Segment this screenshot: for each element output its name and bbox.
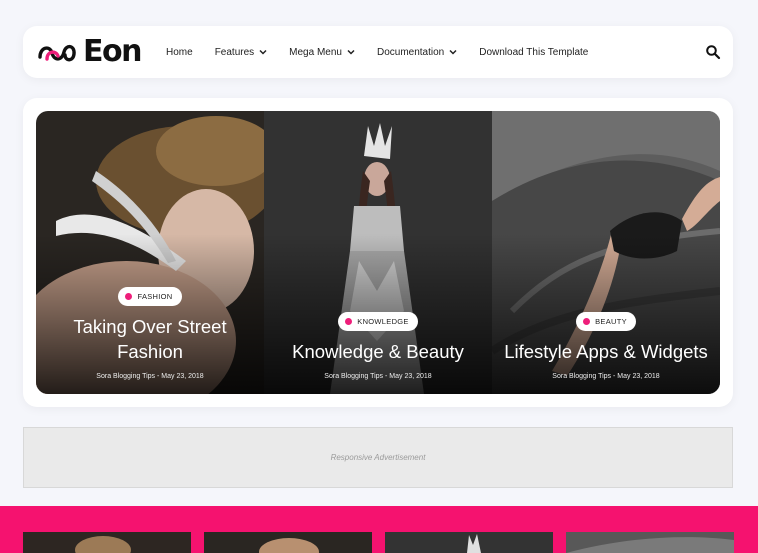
featured-slider: FASHION Taking Over Street Fashion Sora …	[36, 111, 720, 394]
featured-slider-card: FASHION Taking Over Street Fashion Sora …	[23, 98, 733, 407]
slide-title[interactable]: Lifestyle Apps & Widgets	[492, 339, 720, 364]
nav-item-documentation[interactable]: Documentation	[377, 47, 457, 58]
nav-item-label: Mega Menu	[289, 46, 342, 58]
nav-item-home[interactable]: Home	[166, 47, 193, 58]
post-thumbnail[interactable]	[204, 532, 372, 553]
featured-slide-knowledge[interactable]: KNOWLEDGE Knowledge & Beauty Sora Bloggi…	[264, 111, 492, 394]
site-logo[interactable]: Eon	[37, 34, 142, 69]
badge-dot-icon	[345, 318, 353, 325]
nav-item-label: Features	[214, 46, 255, 58]
badge-dot-icon	[583, 318, 591, 325]
nav-item-label: Documentation	[376, 46, 445, 58]
slide-meta: Sora Blogging Tips - May 23, 2018	[324, 373, 432, 380]
nav-item-mega-menu[interactable]: Mega Menu	[289, 47, 355, 58]
thumbnail-image	[23, 532, 191, 553]
slide-meta: Sora Blogging Tips - May 23, 2018	[96, 373, 204, 380]
featured-slide-fashion[interactable]: FASHION Taking Over Street Fashion Sora …	[36, 111, 264, 394]
nav-item-features[interactable]: Features	[215, 47, 267, 58]
slide-title[interactable]: Knowledge & Beauty	[264, 339, 492, 364]
category-badge[interactable]: BEAUTY	[576, 312, 636, 331]
nav-item-label: Download This Template	[479, 46, 589, 58]
site-header: Eon Home Features Mega Menu Documentatio…	[23, 26, 733, 78]
thumbnail-image	[566, 532, 734, 553]
chevron-down-icon	[347, 49, 355, 55]
category-badge[interactable]: FASHION	[118, 287, 182, 306]
badge-dot-icon	[125, 293, 133, 300]
slide-title[interactable]: Taking Over Street Fashion	[36, 314, 264, 364]
nav-item-download[interactable]: Download This Template	[479, 47, 588, 58]
featured-slide-beauty[interactable]: BEAUTY Lifestyle Apps & Widgets Sora Blo…	[492, 111, 720, 394]
featured-posts-section	[0, 506, 758, 553]
category-label: KNOWLEDGE	[357, 317, 409, 326]
chevron-down-icon	[449, 49, 457, 55]
slide-info: BEAUTY Lifestyle Apps & Widgets Sora Blo…	[492, 312, 720, 380]
main-nav: Home Features Mega Menu Documentation Do…	[166, 26, 610, 78]
thumbnail-image	[385, 532, 553, 553]
category-badge[interactable]: KNOWLEDGE	[338, 312, 418, 331]
slide-info: FASHION Taking Over Street Fashion Sora …	[36, 287, 264, 380]
ad-banner[interactable]: Responsive Advertisement	[23, 427, 733, 488]
post-thumbnail[interactable]	[385, 532, 553, 553]
slide-meta: Sora Blogging Tips - May 23, 2018	[552, 373, 660, 380]
logo-text: Eon	[83, 34, 142, 69]
category-label: FASHION	[137, 292, 173, 301]
search-icon[interactable]	[705, 44, 721, 60]
post-thumbnail[interactable]	[23, 532, 191, 553]
chevron-down-icon	[259, 49, 267, 55]
post-thumbnail[interactable]	[566, 532, 734, 553]
logo-mark-icon	[38, 44, 76, 62]
category-label: BEAUTY	[595, 317, 627, 326]
nav-item-label: Home	[166, 46, 193, 58]
ad-label: Responsive Advertisement	[330, 453, 426, 462]
thumbnail-image	[204, 532, 372, 553]
slide-info: KNOWLEDGE Knowledge & Beauty Sora Bloggi…	[264, 312, 492, 380]
